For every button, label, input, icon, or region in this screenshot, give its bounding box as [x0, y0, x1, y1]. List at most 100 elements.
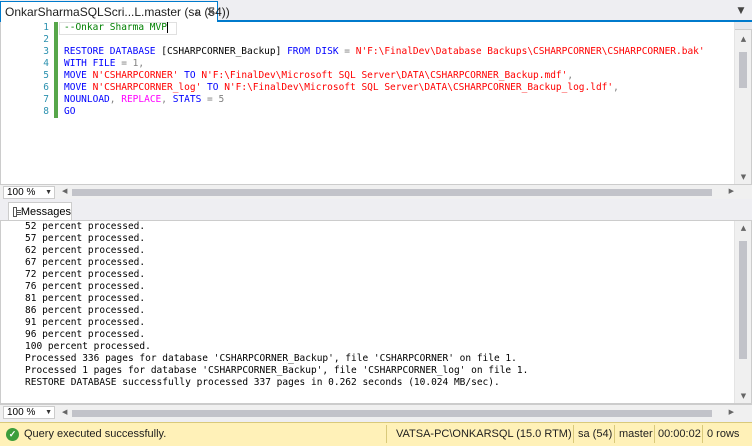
status-user: sa (54)	[578, 428, 613, 440]
scroll-right-icon[interactable]: ▶	[729, 408, 734, 416]
splitter-handle[interactable]	[735, 22, 752, 30]
sql-string: N'F:\FinalDev\Microsoft SQL Server\DATA\…	[201, 70, 568, 81]
change-tracking-bar	[54, 22, 58, 34]
sql-operator: = 5	[201, 94, 225, 105]
zoom-value: 100 %	[7, 187, 36, 198]
results-zoom-bar: 100 % ▼ ◀ ▶	[0, 404, 752, 420]
text-caret	[166, 22, 168, 33]
message-line: 72 percent processed.	[25, 269, 146, 280]
code-line-3: RESTORE DATABASE [CSHARPCORNER_Backup] F…	[64, 46, 705, 58]
status-row-count: 0 rows	[707, 428, 740, 440]
status-message: Query executed successfully.	[24, 428, 167, 440]
status-server: VATSA-PC\ONKARSQL (15.0 RTM)	[396, 428, 572, 440]
code-line-4: WITH FILE = 1,	[64, 58, 144, 70]
messages-vertical-scrollbar[interactable]: ▲ ▼	[734, 221, 751, 403]
tab-messages-label: Messages	[20, 205, 71, 218]
query-status-bar: ✓ Query executed successfully. VATSA-PC\…	[0, 422, 752, 446]
code-line-6: MOVE N'CSHARPCORNER_log' TO N'F:\FinalDe…	[64, 82, 619, 94]
line-number: 2	[43, 34, 49, 45]
sql-keyword: GO	[64, 106, 76, 117]
message-line: 62 percent processed.	[25, 245, 146, 256]
status-divider	[654, 425, 655, 443]
scroll-down-icon[interactable]: ▼	[735, 170, 752, 184]
editor-zoom-select[interactable]: 100 % ▼	[3, 186, 55, 199]
sql-operator: ,	[161, 94, 173, 105]
tab-messages[interactable]: Messages	[8, 202, 72, 220]
code-area[interactable]: --Onkar Sharma MVP RESTORE DATABASE [CSH…	[64, 22, 734, 184]
sql-keyword: STATS	[172, 94, 202, 105]
line-number: 4	[43, 58, 49, 69]
messages-pane[interactable]: 52 percent processed. 57 percent process…	[0, 220, 752, 404]
line-number: 5	[43, 70, 49, 81]
sql-operator: ,	[109, 94, 122, 105]
code-line-8: GO	[64, 106, 75, 118]
document-tab-strip: OnkarSharmaSQLScri...L.master (sa (54)) …	[0, 0, 752, 22]
sql-keyword: TO	[178, 70, 202, 81]
results-horizontal-scrollbar[interactable]: ◀ ▶	[62, 408, 734, 419]
sql-keyword: FROM DISK	[287, 46, 339, 57]
scroll-right-icon[interactable]: ▶	[729, 187, 734, 195]
status-divider	[702, 425, 703, 443]
line-number: 1	[43, 22, 49, 33]
code-line-5: MOVE N'CSHARPCORNER' TO N'F:\FinalDev\Mi…	[64, 70, 573, 82]
zoom-value: 100 %	[7, 407, 36, 418]
line-number: 6	[43, 82, 49, 93]
status-divider	[573, 425, 574, 443]
status-database: master	[619, 428, 653, 440]
close-icon[interactable]: ✕	[205, 5, 217, 19]
line-number: 8	[43, 106, 49, 117]
pin-icon[interactable]: ⫠	[191, 6, 203, 18]
message-line: RESTORE DATABASE successfully processed …	[25, 377, 500, 388]
message-line: Processed 1 pages for database 'CSHARPCO…	[25, 365, 529, 376]
tab-list-dropdown-icon[interactable]: ▼	[734, 4, 748, 18]
message-line: 52 percent processed.	[25, 221, 146, 232]
editor-vertical-scrollbar[interactable]: ▲ ▼	[734, 22, 752, 184]
scroll-left-icon[interactable]: ◀	[62, 187, 67, 195]
sql-string: N'CSHARPCORNER'	[92, 70, 179, 81]
selection-margin	[1, 22, 21, 184]
sql-keyword: REPLACE	[121, 94, 162, 105]
sql-operator: ,	[613, 82, 619, 93]
sql-keyword: RESTORE DATABASE	[64, 46, 156, 57]
sql-comment: --Onkar Sharma MVP	[64, 22, 167, 33]
scroll-thumb[interactable]	[739, 52, 747, 88]
results-zoom-select[interactable]: 100 % ▼	[3, 406, 55, 419]
sql-keyword: NOUNLOAD	[64, 94, 110, 105]
scroll-down-icon[interactable]: ▼	[735, 389, 752, 403]
query-editor[interactable]: 1 2 3 4 5 6 7 8 --Onkar Sharma MVP RESTO…	[0, 22, 752, 184]
sql-string: N'CSHARPCORNER_log'	[92, 82, 202, 93]
sql-keyword: TO	[201, 82, 225, 93]
sql-operator: =	[338, 46, 356, 57]
line-number-gutter: 1 2 3 4 5 6 7 8	[21, 22, 51, 184]
results-tab-strip: Messages	[0, 202, 752, 220]
message-line: 86 percent processed.	[25, 305, 146, 316]
sql-identifier: [CSHARPCORNER_Backup]	[155, 46, 288, 57]
scroll-thumb[interactable]	[72, 410, 712, 417]
line-number: 3	[43, 46, 49, 57]
code-line-7: NOUNLOAD, REPLACE, STATS = 5	[64, 94, 224, 106]
message-line: 91 percent processed.	[25, 317, 146, 328]
chevron-down-icon: ▼	[45, 409, 52, 416]
status-elapsed-time: 00:00:02	[658, 428, 701, 440]
scroll-up-icon[interactable]: ▲	[735, 221, 752, 235]
sql-string: N'F:\FinalDev\Microsoft SQL Server\DATA\…	[224, 82, 614, 93]
message-line: Processed 336 pages for database 'CSHARP…	[25, 353, 517, 364]
scroll-thumb[interactable]	[72, 189, 712, 196]
code-line-1: --Onkar Sharma MVP	[64, 22, 168, 34]
query-document-tab[interactable]: OnkarSharmaSQLScri...L.master (sa (54)) …	[0, 1, 230, 22]
sql-keyword: MOVE	[64, 70, 87, 81]
messages-icon	[13, 206, 21, 217]
message-line: 67 percent processed.	[25, 257, 146, 268]
change-tracking-bar	[54, 34, 58, 118]
scroll-thumb[interactable]	[739, 241, 747, 359]
message-line: 57 percent processed.	[25, 233, 146, 244]
status-divider	[614, 425, 615, 443]
chevron-down-icon: ▼	[45, 189, 52, 196]
line-number: 7	[43, 94, 49, 105]
message-line: 100 percent processed.	[25, 341, 151, 352]
editor-zoom-bar: 100 % ▼ ◀ ▶	[0, 184, 752, 199]
sql-operator: = 1,	[115, 58, 145, 69]
scroll-up-icon[interactable]: ▲	[735, 32, 752, 46]
editor-horizontal-scrollbar[interactable]: ◀ ▶	[62, 187, 734, 198]
scroll-left-icon[interactable]: ◀	[62, 408, 67, 416]
